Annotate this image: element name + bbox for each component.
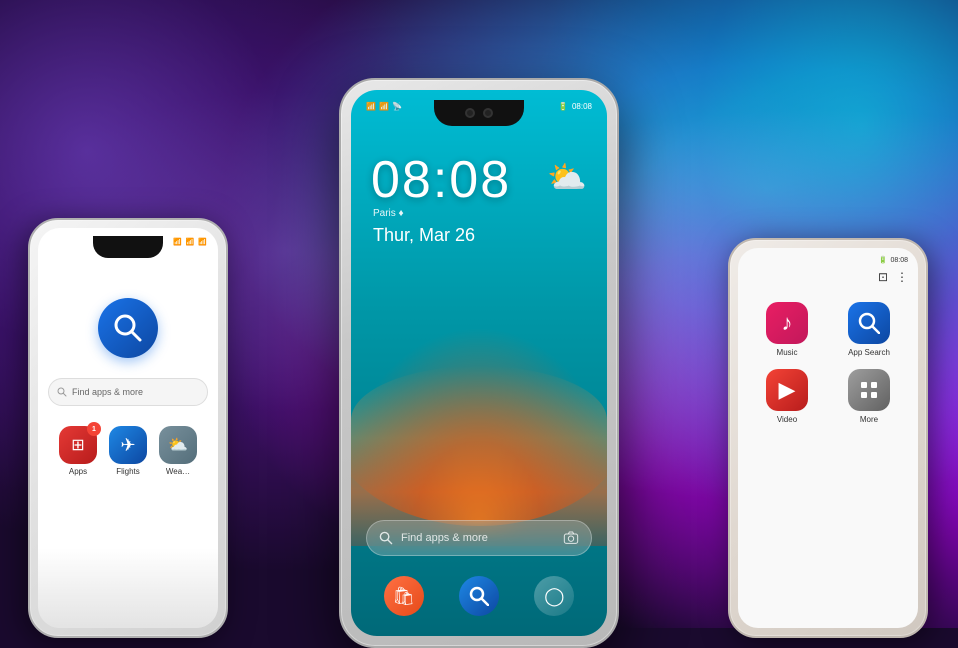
appsearch-search-icon [858, 312, 880, 334]
appsearch-app-icon [848, 302, 890, 344]
right-time: 08:08 [890, 257, 908, 264]
center-clock-time: 08:08 [371, 150, 511, 210]
apps-grid-icon: ⊞ [71, 435, 84, 455]
phone-center-search-bar[interactable]: Find apps & more [366, 520, 592, 556]
app-icon-flights[interactable]: ✈ Flights [109, 426, 147, 476]
more-grid-icon [859, 380, 879, 400]
search-bar-icon [57, 387, 67, 397]
signal-icons: 📶 📶 📶 [173, 238, 208, 246]
phone-right-screen: 🔋 08:08 ⊡ ⋮ ♪ Music [738, 248, 918, 628]
video-app-icon: ▶ [766, 369, 808, 411]
camera-search-icon [563, 530, 579, 546]
play-icon: ▶ [779, 377, 796, 403]
center-status-time: 08:08 [572, 102, 592, 111]
phone-right-body: 🔋 08:08 ⊡ ⋮ ♪ Music [728, 238, 928, 638]
phone-left-app-icons: ⊞ 1 Apps ✈ Flights ⛅ [51, 426, 205, 476]
phone-right: 🔋 08:08 ⊡ ⋮ ♪ Music [728, 238, 928, 638]
right-app-music[interactable]: ♪ Music [752, 302, 822, 357]
center-search-icon [379, 531, 393, 545]
right-app-video[interactable]: ▶ Video [752, 369, 822, 424]
dock-search-icon [469, 586, 489, 606]
music-app-icon: ♪ [766, 302, 808, 344]
flights-plane-icon: ✈ [120, 435, 135, 456]
battery-icon: 🔋 [558, 102, 568, 111]
phone-left: 📶 📶 📶 Find apps & more [28, 218, 228, 638]
phone-left-notch [93, 236, 163, 258]
battery-time-group: 🔋 08:08 [558, 102, 592, 111]
search-bar-text: Find apps & more [72, 387, 143, 397]
apps-badge: 1 [87, 422, 101, 436]
shop-icon: 🛍 [392, 586, 415, 607]
phone-center-body: 📶 📶 📡 🔋 08:08 08:08 Paris ♦ Thur, Mar 26 [339, 78, 619, 648]
phone-center-dock: 🛍 ◯ [366, 576, 592, 616]
camera-left [465, 108, 475, 118]
video-label: Video [777, 415, 797, 424]
phone-center-notch [434, 100, 524, 126]
music-label: Music [777, 348, 798, 357]
phone-left-bottom-gradient [38, 548, 218, 628]
phone-left-search-bar[interactable]: Find apps & more [48, 378, 208, 406]
right-battery-icon: 🔋 [879, 256, 888, 264]
right-battery-group: 🔋 08:08 [879, 256, 908, 264]
center-location: Paris ♦ [373, 208, 404, 219]
center-weather-icon: ⛅ [547, 158, 587, 196]
music-note-icon: ♪ [782, 310, 793, 336]
phone-left-screen: 📶 📶 📶 Find apps & more [38, 228, 218, 628]
phone-center-screen: 📶 📶 📡 🔋 08:08 08:08 Paris ♦ Thur, Mar 26 [351, 90, 607, 636]
right-square-icon: ⊡ [878, 270, 888, 284]
camera-right [483, 108, 493, 118]
flights-label: Flights [116, 467, 140, 476]
dock-icon-circle[interactable]: ◯ [534, 576, 574, 616]
center-date: Thur, Mar 26 [373, 225, 475, 246]
flights-icon-circle: ✈ [109, 426, 147, 464]
weather-cloud-icon: ⛅ [168, 435, 188, 455]
search-svg-icon [113, 313, 143, 343]
appsearch-label: App Search [848, 348, 890, 357]
more-app-icon [848, 369, 890, 411]
right-app-more[interactable]: More [834, 369, 904, 424]
apps-label: Apps [69, 467, 87, 476]
right-app-search[interactable]: App Search [834, 302, 904, 357]
phone-center: 📶 📶 📡 🔋 08:08 08:08 Paris ♦ Thur, Mar 26 [339, 78, 619, 648]
phone-right-app-grid: ♪ Music App Search [738, 286, 918, 440]
app-icon-weather[interactable]: ⛅ Wea… [159, 426, 197, 476]
center-search-text: Find apps & more [401, 532, 555, 544]
phone-right-status-bar: 🔋 08:08 [738, 248, 918, 268]
apps-icon-circle: ⊞ 1 [59, 426, 97, 464]
orange-wave [351, 326, 607, 526]
phones-wrapper: 📶 📶 📶 Find apps & more [0, 0, 958, 628]
right-more-icon: ⋮ [896, 270, 908, 284]
signal-group: 📶 📶 📡 [366, 102, 402, 111]
phone-right-toolbar: ⊡ ⋮ [738, 268, 918, 286]
circle-icon: ◯ [544, 586, 564, 607]
signal-bars-1: 📶 [366, 102, 376, 111]
signal-bars-2: 📶 [379, 102, 389, 111]
app-icon-apps[interactable]: ⊞ 1 Apps [59, 426, 97, 476]
search-circle-icon[interactable] [98, 298, 158, 358]
more-label: More [860, 415, 878, 424]
wifi-icon: 📡 [392, 102, 402, 111]
dock-icon-blue[interactable] [459, 576, 499, 616]
weather-icon-circle: ⛅ [159, 426, 197, 464]
dock-icon-shop[interactable]: 🛍 [384, 576, 424, 616]
weather-label: Wea… [166, 467, 190, 476]
phone-left-body: 📶 📶 📶 Find apps & more [28, 218, 228, 638]
